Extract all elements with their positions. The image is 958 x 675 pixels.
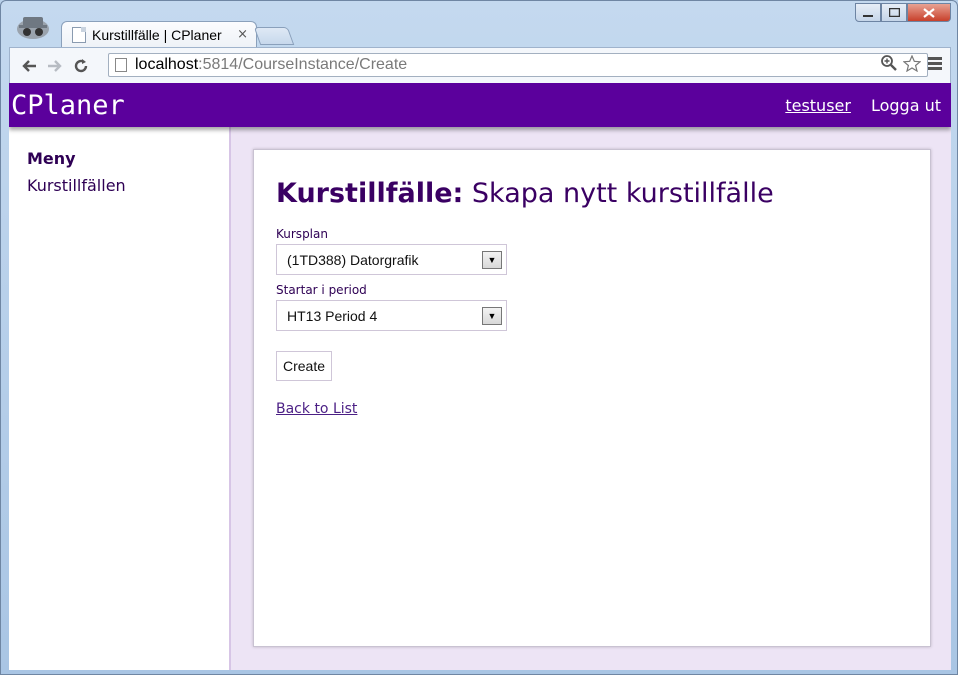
content-card: Kurstillfälle: Skapa nytt kurstillfälle … (253, 149, 931, 647)
incognito-icon (13, 13, 53, 43)
browser-window: Kurstillfälle | CPlaner × localhost :581… (0, 0, 958, 675)
page-title-bold: Kurstillfälle: (276, 178, 464, 209)
kursplan-select[interactable]: (1TD388) Datorgrafik ▼ (276, 244, 507, 275)
browser-tab[interactable]: Kurstillfälle | CPlaner × (61, 21, 257, 47)
window-close-button[interactable] (907, 3, 951, 22)
create-button[interactable]: Create (276, 351, 333, 381)
page-title: Kurstillfälle: Skapa nytt kurstillfälle (276, 178, 908, 209)
page-title-rest: Skapa nytt kurstillfälle (463, 178, 774, 209)
tab-title: Kurstillfälle | CPlaner (92, 26, 222, 43)
back-arrow-icon[interactable] (16, 53, 42, 79)
logout-link[interactable]: Logga ut (871, 96, 941, 115)
reload-icon[interactable] (68, 53, 94, 79)
period-label: Startar i period (276, 283, 367, 297)
maximize-button[interactable] (881, 3, 907, 22)
url-host: localhost (135, 56, 199, 73)
user-link[interactable]: testuser (785, 96, 851, 115)
kursplan-value: (1TD388) Datorgrafik (287, 251, 419, 268)
address-bar[interactable]: localhost :5814/CourseInstance/Create (108, 53, 928, 77)
header-links: testuser Logga ut (785, 96, 941, 115)
window-controls (855, 3, 951, 22)
page-icon (115, 58, 127, 72)
star-icon[interactable] (902, 53, 922, 76)
tab-close-icon[interactable]: × (237, 27, 248, 42)
sidebar: Meny Kurstillfällen (9, 127, 231, 670)
url-path: :5814/CourseInstance/Create (198, 56, 408, 73)
page-viewport: CPlaner testuser Logga ut Meny Kurstillf… (9, 83, 951, 670)
browser-menu-icon[interactable] (928, 57, 942, 72)
chevron-down-icon[interactable]: ▼ (482, 306, 502, 325)
forward-arrow-icon[interactable] (42, 53, 68, 79)
sidebar-heading: Meny (27, 149, 76, 168)
sidebar-item-kurstillfallen[interactable]: Kurstillfällen (27, 176, 211, 195)
site-header: CPlaner testuser Logga ut (9, 83, 951, 127)
new-tab-button[interactable] (253, 27, 295, 45)
chevron-down-icon[interactable]: ▼ (482, 250, 502, 269)
zoom-icon[interactable] (881, 54, 897, 76)
period-value: HT13 Period 4 (287, 307, 378, 324)
site-brand[interactable]: CPlaner (11, 90, 125, 121)
kursplan-label: Kursplan (276, 227, 328, 241)
minimize-button[interactable] (855, 3, 881, 22)
page-favicon-icon (72, 26, 86, 43)
browser-toolbar: localhost :5814/CourseInstance/Create (9, 47, 951, 83)
period-select[interactable]: HT13 Period 4 ▼ (276, 300, 507, 331)
back-to-list-link[interactable]: Back to List (276, 401, 908, 417)
